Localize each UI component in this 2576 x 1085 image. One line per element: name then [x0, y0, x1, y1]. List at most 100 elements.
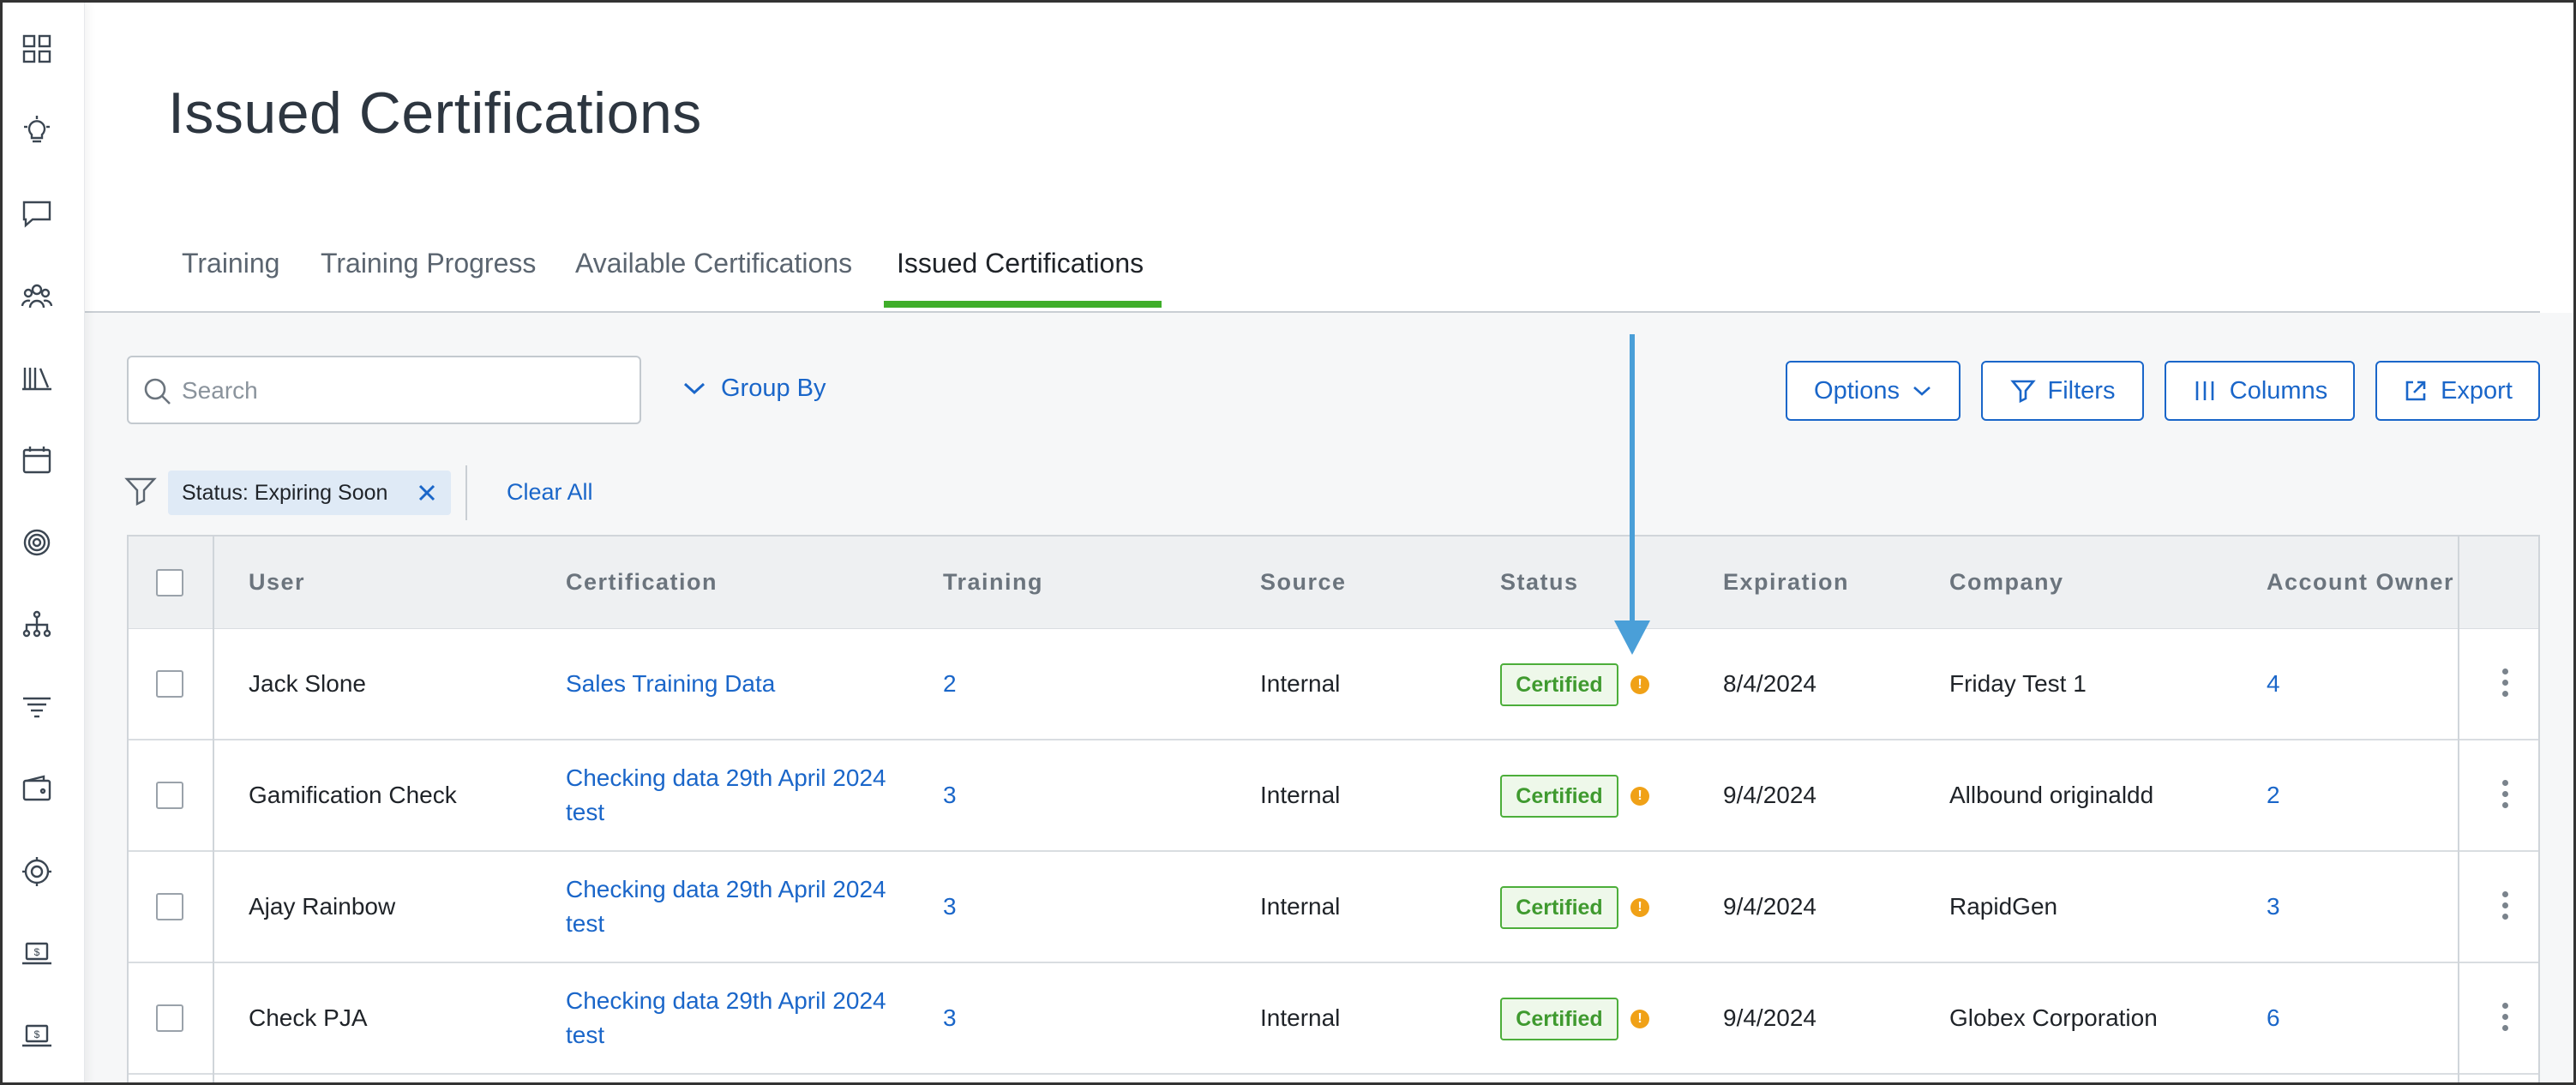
divider [465, 465, 467, 520]
training-count-link[interactable]: 3 [943, 893, 957, 920]
column-header-user[interactable]: User [249, 569, 305, 596]
column-header-training[interactable]: Training [943, 569, 1043, 596]
status-badge: Certified [1500, 886, 1618, 929]
tab-training[interactable]: Training [182, 248, 279, 313]
status-badge: Certified [1500, 663, 1618, 706]
people-icon[interactable] [18, 277, 56, 315]
row-checkbox[interactable] [156, 1004, 183, 1032]
certification-link[interactable]: Checking data 29th April 2024 test [566, 984, 926, 1052]
options-button[interactable]: Options [1786, 361, 1961, 421]
column-header-status[interactable]: Status [1500, 569, 1579, 596]
certifications-table: User Certification Training Source Statu… [127, 535, 2540, 1082]
company-name: RapidGen [1949, 893, 2058, 920]
expiration-date: 9/4/2024 [1723, 1004, 1816, 1031]
training-count-link[interactable]: 3 [943, 782, 957, 809]
column-header-expiration[interactable]: Expiration [1723, 569, 1849, 596]
annotation-arrow-icon [1614, 334, 1650, 655]
laptop-dollar-icon[interactable]: $ [18, 935, 56, 973]
search-input[interactable] [182, 369, 627, 412]
group-by-label: Group By [721, 374, 826, 402]
search-box[interactable] [127, 356, 641, 424]
table-row[interactable]: Check PJA Checking data 29th April 2024 … [129, 963, 2538, 1075]
filters-button[interactable]: Filters [1981, 361, 2144, 421]
calendar-icon[interactable] [18, 441, 56, 479]
table-row[interactable]: Gamification Check Checking data 29th Ap… [129, 740, 2538, 852]
source-value: Internal [1260, 893, 1341, 920]
account-owner-link[interactable]: 3 [2267, 893, 2280, 920]
search-icon [144, 378, 171, 405]
training-count-link[interactable]: 3 [943, 1004, 957, 1032]
row-actions-kebab-icon[interactable] [2496, 780, 2513, 814]
warning-icon[interactable]: ! [1630, 1010, 1649, 1028]
clear-all-link[interactable]: Clear All [507, 479, 593, 506]
certification-line: test [566, 1022, 605, 1048]
column-separator [213, 537, 214, 1082]
account-owner-link[interactable]: 2 [2267, 782, 2280, 809]
wallet-icon[interactable] [18, 770, 56, 808]
certification-line: Checking data 29th April 2024 [566, 764, 886, 791]
row-actions-kebab-icon[interactable] [2496, 1003, 2513, 1037]
tab-training-progress[interactable]: Training Progress [321, 248, 536, 313]
table-row[interactable]: Ajay Rainbow Checking data 29th April 20… [129, 852, 2538, 963]
chat-icon[interactable] [18, 195, 56, 232]
user-name: Ajay Rainbow [249, 893, 396, 920]
certification-link[interactable]: Sales Training Data [566, 667, 926, 701]
account-owner-link[interactable]: 4 [2267, 670, 2280, 698]
columns-icon [2195, 381, 2214, 400]
filter-icon [124, 477, 157, 506]
row-actions-kebab-icon[interactable] [2496, 891, 2513, 926]
select-all-checkbox[interactable] [156, 569, 183, 596]
source-value: Internal [1260, 782, 1341, 808]
certification-line: Sales Training Data [566, 670, 776, 697]
user-name: Gamification Check [249, 782, 457, 808]
certification-line: test [566, 799, 605, 825]
certification-link[interactable]: Checking data 29th April 2024 test [566, 872, 926, 941]
row-actions-kebab-icon[interactable] [2496, 668, 2513, 703]
company-name: Friday Test 1 [1949, 670, 2087, 697]
table-header: User Certification Training Source Statu… [129, 537, 2538, 629]
chevron-down-icon [1913, 387, 1930, 396]
row-checkbox[interactable] [156, 670, 183, 698]
warning-icon[interactable]: ! [1630, 675, 1649, 694]
row-checkbox[interactable] [156, 782, 183, 809]
status-badge: Certified [1500, 998, 1618, 1040]
svg-text:$: $ [34, 1028, 40, 1040]
column-header-source[interactable]: Source [1260, 569, 1347, 596]
filters-label: Filters [2047, 376, 2116, 405]
dashboard-icon[interactable] [18, 30, 56, 68]
row-checkbox[interactable] [156, 893, 183, 920]
page-title: Issued Certifications [168, 81, 702, 146]
user-name: Jack Slone [249, 670, 366, 697]
group-by-toggle[interactable]: Group By [682, 369, 826, 407]
export-button[interactable]: Export [2375, 361, 2540, 421]
lightbulb-icon[interactable] [18, 112, 56, 150]
certification-line: Checking data 29th April 2024 [566, 987, 886, 1014]
library-icon[interactable] [18, 359, 56, 397]
close-icon[interactable] [417, 483, 437, 503]
column-header-certification[interactable]: Certification [566, 569, 718, 596]
filter-chip-status: Status: Expiring Soon [168, 471, 451, 515]
column-header-company[interactable]: Company [1949, 569, 2064, 596]
column-separator [2458, 537, 2459, 1082]
company-name: Allbound originaldd [1949, 782, 2154, 808]
active-tab-indicator [884, 301, 1162, 308]
column-header-account-owner[interactable]: Account Owner [2267, 569, 2454, 596]
warning-icon[interactable]: ! [1630, 898, 1649, 917]
filter-lines-icon[interactable] [18, 688, 56, 726]
certification-line: test [566, 910, 605, 937]
gear-network-icon[interactable] [18, 853, 56, 890]
tab-available-certifications[interactable]: Available Certifications [575, 248, 852, 313]
warning-icon[interactable]: ! [1630, 787, 1649, 806]
laptop-dollar-icon[interactable]: $ [18, 1017, 56, 1055]
columns-button[interactable]: Columns [2165, 361, 2355, 421]
tab-bar: Training Training Progress Available Cer… [85, 236, 2540, 313]
expiration-date: 9/4/2024 [1723, 893, 1816, 920]
sidebar: $ $ [3, 3, 85, 1082]
target-icon[interactable] [18, 524, 56, 561]
certification-link[interactable]: Checking data 29th April 2024 test [566, 761, 926, 830]
training-count-link[interactable]: 2 [943, 670, 957, 698]
account-owner-link[interactable]: 6 [2267, 1004, 2280, 1032]
table-row[interactable]: Jack Slone Sales Training Data 2 Interna… [129, 629, 2538, 740]
org-chart-icon[interactable] [18, 606, 56, 644]
chevron-down-icon [683, 382, 706, 395]
